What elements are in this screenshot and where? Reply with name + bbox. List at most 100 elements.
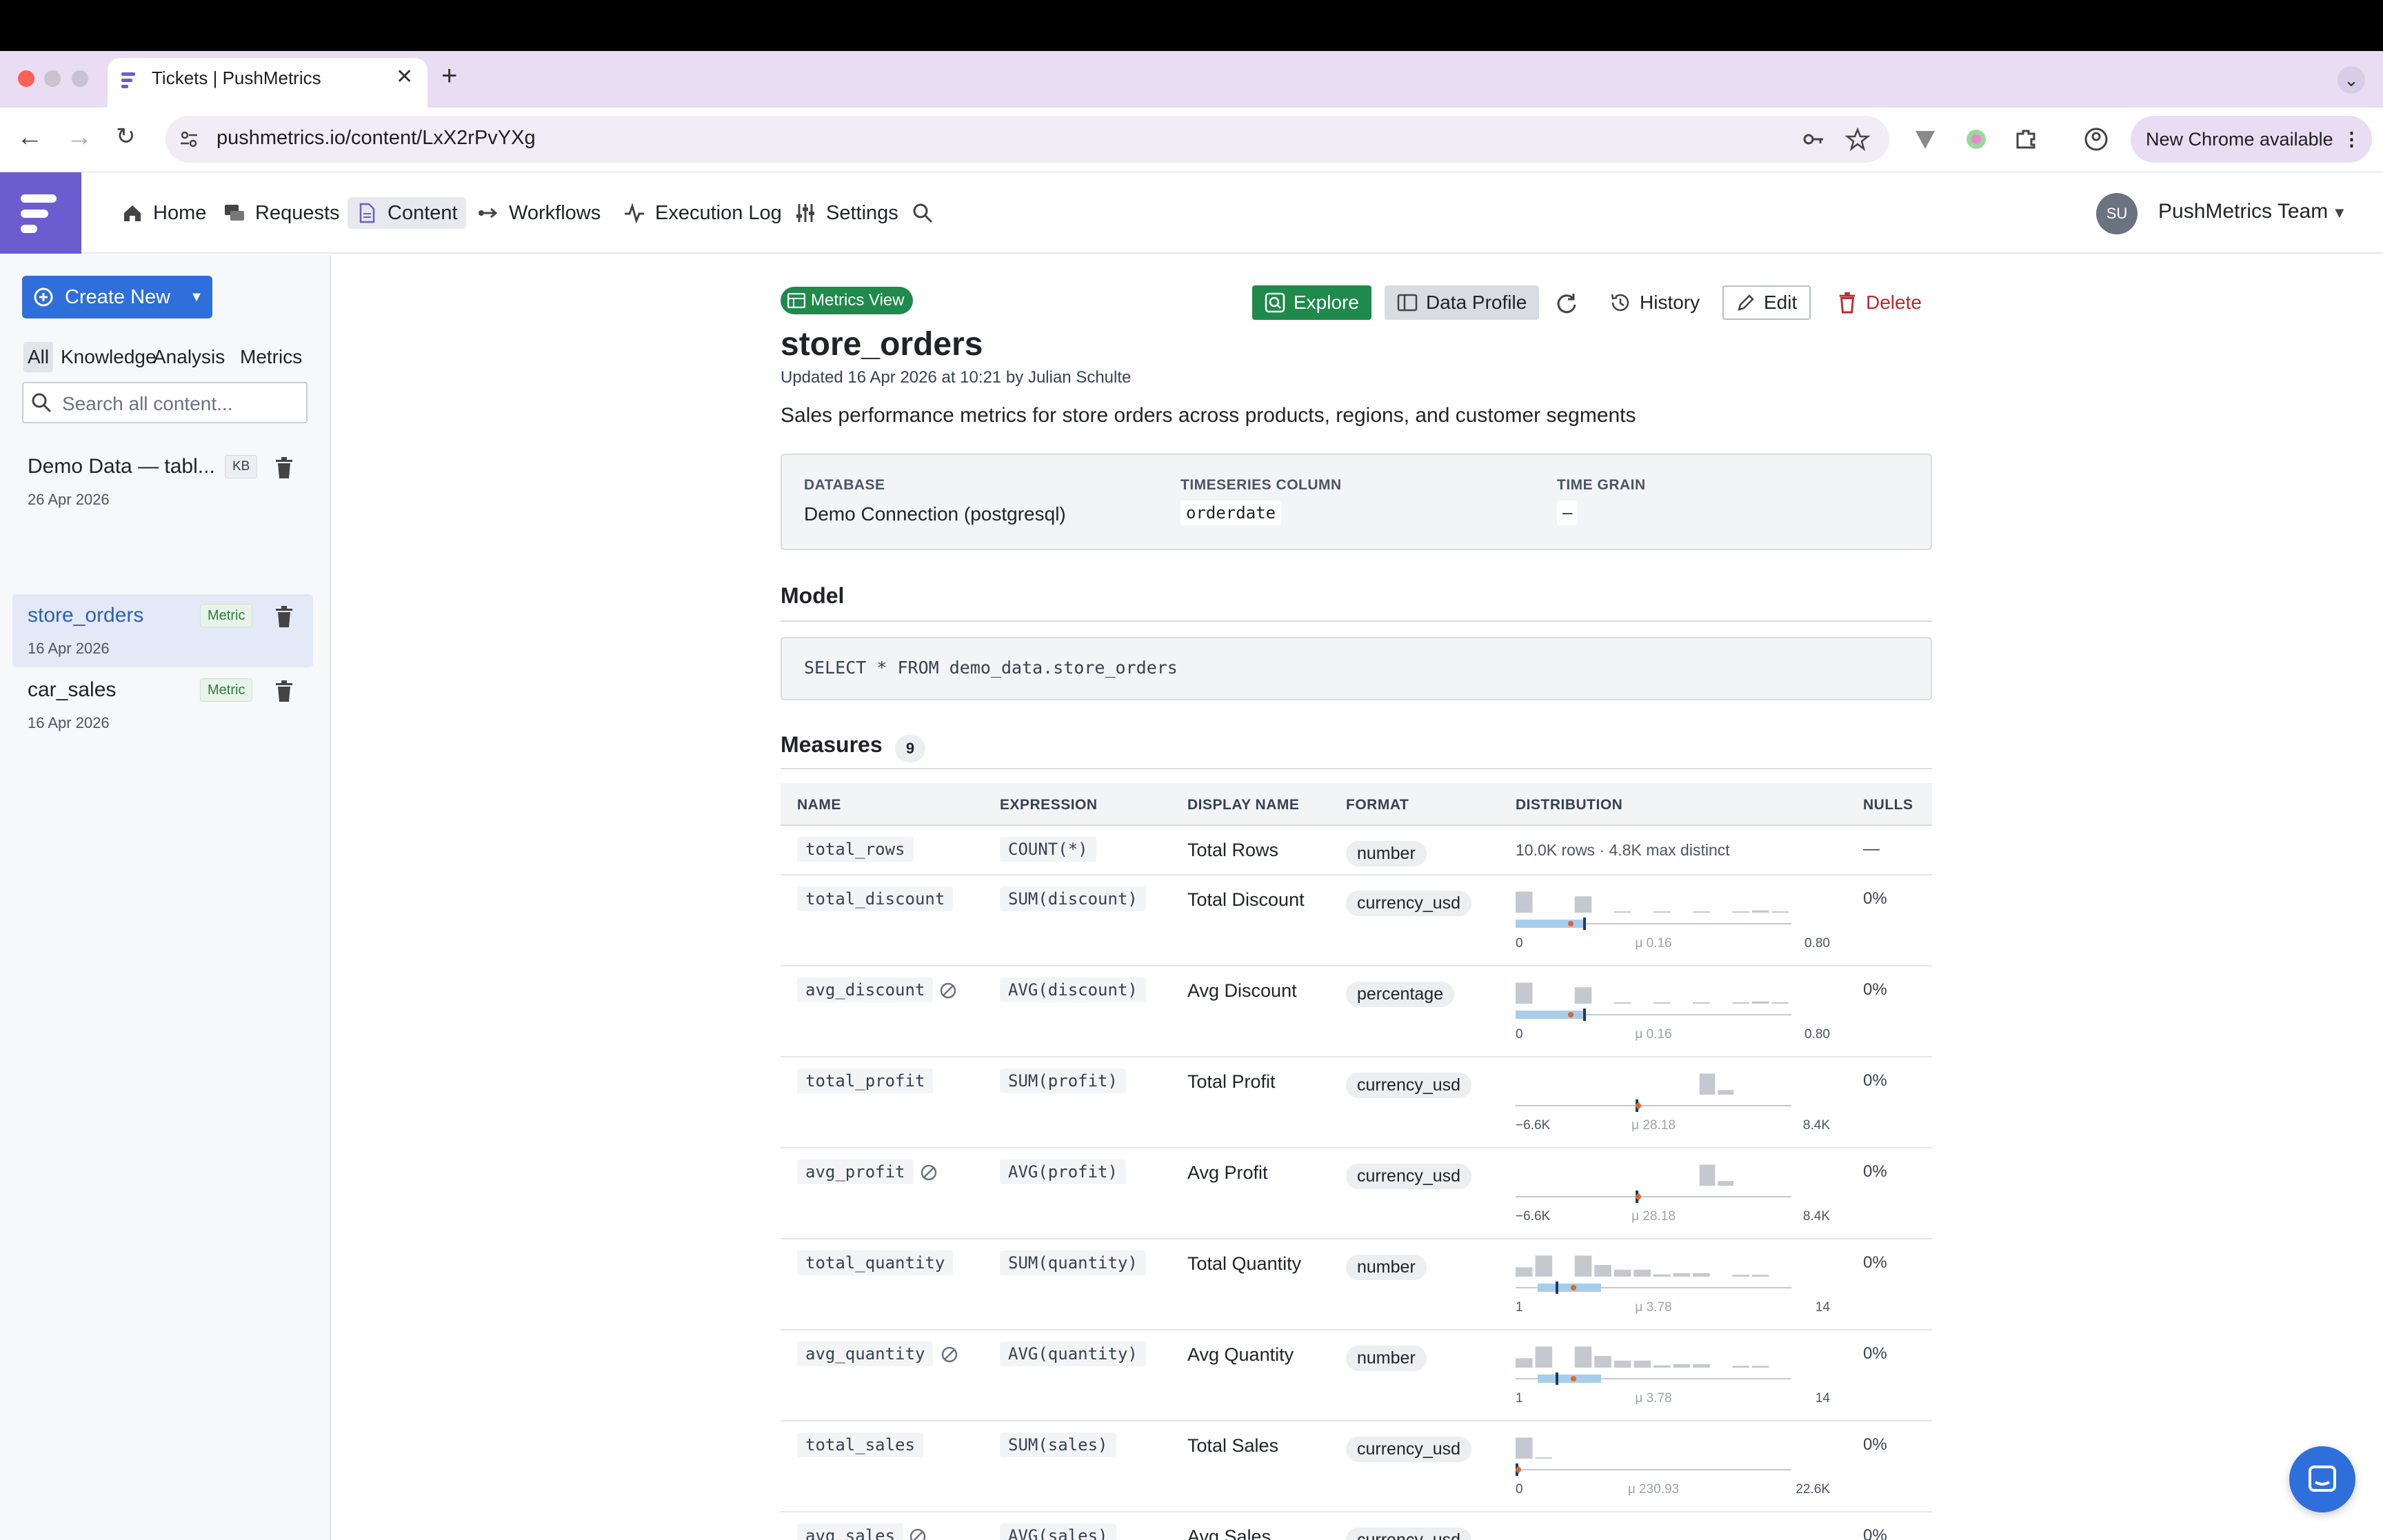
measure-display-name: Avg Discount [1187,980,1297,1001]
distribution-summary: 10.0K rows · 4.8K max distinct [1516,841,1730,859]
format-pill: currency_usd [1346,1528,1472,1540]
measure-expression: SUM(profit) [1000,1068,1126,1093]
tab-close-icon[interactable]: ✕ [396,65,413,89]
filter-tab-metrics[interactable]: Metrics [236,342,306,372]
refresh-icon[interactable] [1553,290,1580,317]
histogram-bar [1613,1002,1631,1004]
help-chat-button[interactable] [2289,1446,2355,1512]
bookmark-star-icon[interactable] [1845,127,1870,152]
metric-badge: Metric [200,678,253,702]
connection-info-box [781,454,1932,550]
create-new-button[interactable]: Create New ▼ [22,276,212,318]
nulls-value: 0% [1863,1162,1887,1181]
measure-name: total_profit [797,1068,934,1093]
trash-icon[interactable] [273,605,295,629]
column-header-display-name: DISPLAY NAME [1187,797,1300,813]
new-tab-icon[interactable]: + [441,61,457,92]
histogram-bar [1699,1073,1716,1095]
measure-name: total_quantity [797,1250,954,1275]
median-marker [1556,1281,1558,1294]
measures-heading: Measures [781,732,883,757]
nulls-value: 0% [1863,889,1887,908]
histogram-bar [1653,1365,1671,1368]
address-url[interactable]: pushmetrics.io/content/LxX2rPvYXg [217,127,536,150]
color-extension-icon[interactable] [1962,125,1990,153]
sliders-icon [796,204,814,222]
maximize-window-button[interactable] [72,70,88,87]
trash-icon[interactable] [273,680,295,703]
distribution-min-label: 1 [1516,1300,1523,1315]
reload-icon[interactable]: ↻ [116,123,136,150]
measure-display-name: Total Sales [1187,1435,1279,1456]
chrome-update-button[interactable]: New Chrome available ⋮ [2131,116,2372,163]
distribution-chart: −6.6K μ 28.18 8.4K [1516,1073,1830,1133]
team-name[interactable]: PushMetrics Team [2158,200,2328,223]
column-header-nulls: NULLS [1863,797,1913,813]
distribution-min-label: −6.6K [1516,1209,1551,1224]
median-marker [1583,1009,1586,1021]
delete-button[interactable]: Delete [1824,285,1934,320]
distribution-chart: 0 μ 230.93 22.6K [1516,1437,1830,1497]
home-icon [124,205,141,221]
minimize-window-button[interactable] [44,70,61,87]
nulls-value: 0% [1863,1071,1887,1090]
filter-tab-all[interactable]: All [23,342,54,372]
histogram-bar [1535,1346,1553,1368]
vimeo-extension-icon[interactable] [1911,125,1939,153]
format-pill: currency_usd [1346,891,1472,916]
model-sql: SELECT * FROM demo_data.store_orders [804,658,1178,678]
back-arrow-icon[interactable]: ← [17,123,43,152]
password-key-icon[interactable] [1801,127,1826,152]
timeseries-value: orderdate [1180,500,1282,525]
sidebar-item-date: 26 Apr 2026 [28,491,110,508]
nav-home[interactable]: Home [113,197,214,229]
search-icon [32,393,52,413]
filter-tab-knowledge[interactable]: Knowledge [57,342,161,372]
distribution-min-label: −6.6K [1516,1118,1551,1133]
chrome-menu-icon[interactable]: ⋮ [2342,116,2361,163]
data-profile-button[interactable]: Data Profile [1385,285,1540,320]
trash-icon[interactable] [273,456,295,480]
user-avatar[interactable]: SU [2096,193,2138,234]
team-chevron-down-icon[interactable]: ▼ [2332,204,2347,222]
nav-execution-log-label: Execution Log [655,201,782,224]
nav-requests-label: Requests [255,201,340,224]
page-title: store_orders [781,326,983,363]
nav-content[interactable]: Content [348,197,466,229]
pushmetrics-logo[interactable] [0,172,81,254]
forward-arrow-icon[interactable]: → [66,123,92,152]
filter-tab-analysis[interactable]: Analysis [149,342,229,372]
sidebar-item-name: car_sales [28,678,117,701]
distribution-max-label: 8.4K [1803,1118,1830,1133]
histogram-bar [1535,1457,1553,1459]
nav-home-label: Home [153,201,207,224]
nav-search[interactable] [903,197,942,229]
nav-settings[interactable]: Settings [786,197,907,229]
nav-workflows[interactable]: Workflows [469,197,609,229]
nav-settings-label: Settings [826,201,898,224]
profile-icon[interactable] [2082,125,2110,153]
histogram-bar [1574,896,1592,913]
nulls-value: 0% [1863,1253,1887,1272]
history-button[interactable]: History [1597,285,1712,320]
distribution-mean-label: μ 28.18 [1631,1209,1676,1224]
search-icon [913,203,933,223]
histogram-bar [1516,982,1533,1004]
sidebar-item-name: Demo Data — tabl... [28,455,215,478]
nav-execution-log[interactable]: Execution Log [615,197,790,229]
nav-requests[interactable]: Requests [215,197,348,229]
histogram-bar [1613,911,1631,913]
nulls-value: 0% [1863,980,1887,999]
sidebar-item-date: 16 Apr 2026 [28,640,110,657]
distribution-max-label: 0.80 [1804,936,1830,951]
tab-search-chevron-icon[interactable]: ⌄ [2337,66,2365,94]
edit-button[interactable]: Edit [1722,285,1811,320]
measure-expression: AVG(discount) [1000,977,1146,1002]
histogram-bar [1574,1255,1592,1277]
explore-label: Explore [1294,292,1359,313]
close-window-button[interactable] [18,70,34,87]
create-chevron-down-icon[interactable]: ▼ [190,290,203,305]
site-settings-icon[interactable] [178,128,200,150]
extensions-puzzle-icon[interactable] [2012,125,2040,153]
explore-button[interactable]: Explore [1252,285,1371,320]
